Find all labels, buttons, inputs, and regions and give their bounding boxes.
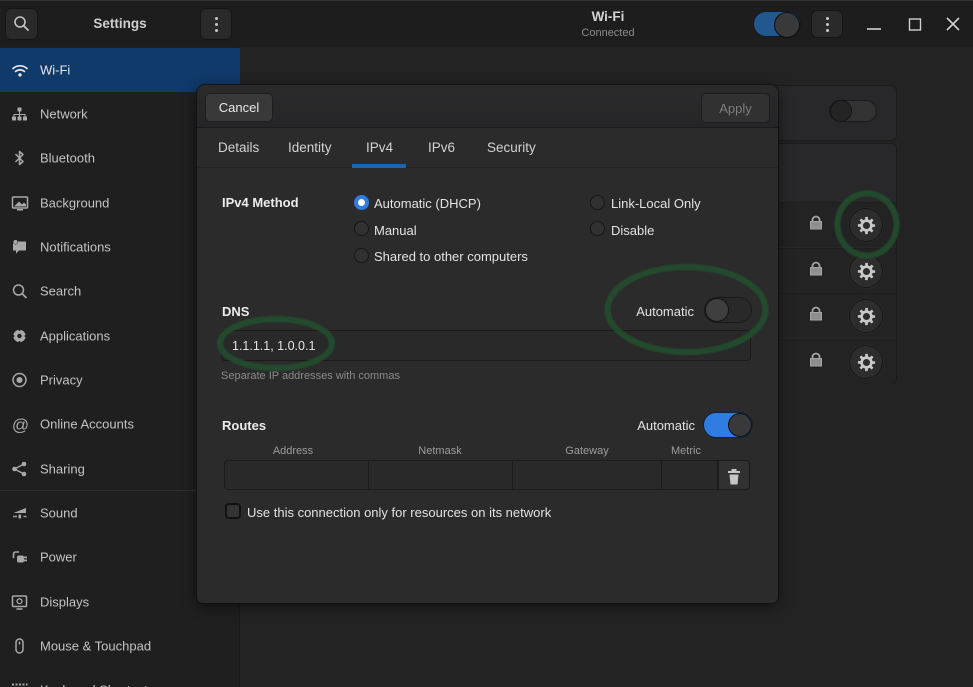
svg-text:@: @ [12,416,29,435]
